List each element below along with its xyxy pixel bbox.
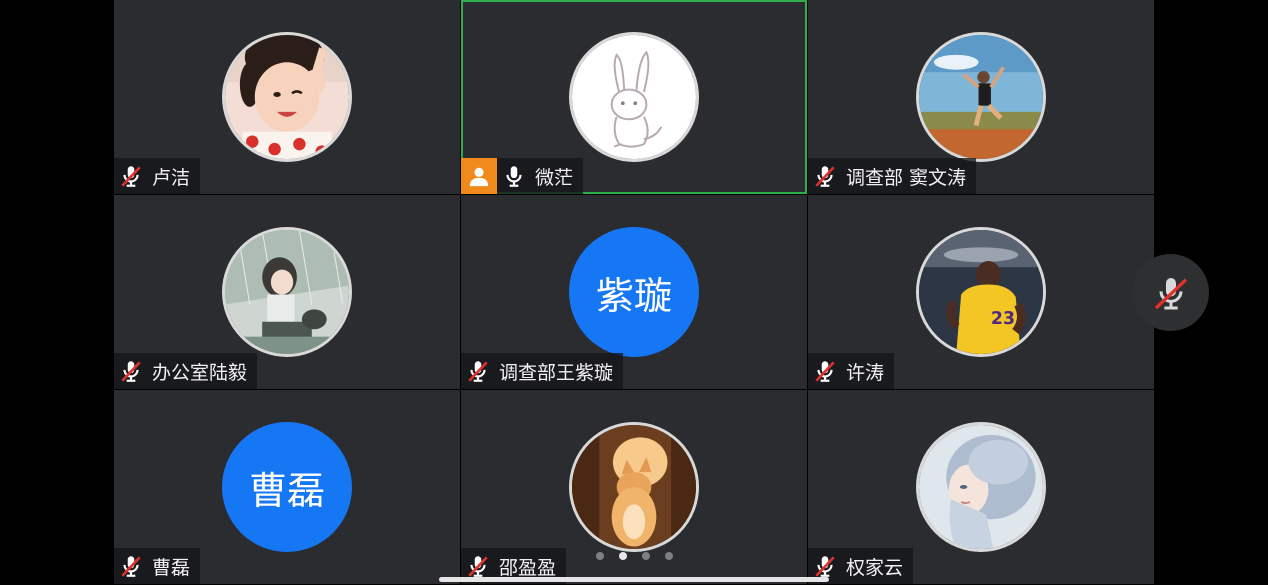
mic-muted-icon bbox=[121, 361, 141, 382]
participant-tile[interactable]: 办公室陆毅 bbox=[114, 195, 460, 389]
mic-muted-icon bbox=[468, 361, 488, 382]
participant-avatar bbox=[569, 422, 699, 552]
basketball-player-avatar: 23 bbox=[919, 230, 1043, 354]
mic-muted-icon bbox=[815, 361, 835, 382]
mic-muted-icon bbox=[121, 556, 141, 577]
participant-name-bar: 调查部 窦文涛 bbox=[808, 158, 977, 194]
participant-avatar bbox=[916, 32, 1046, 162]
mic-muted-icon bbox=[815, 166, 835, 187]
participant-name: 权家云 bbox=[846, 556, 904, 579]
participant-name: 卢洁 bbox=[152, 166, 191, 189]
page-dot-current[interactable] bbox=[618, 552, 627, 560]
home-indicator[interactable] bbox=[439, 577, 829, 582]
participant-name: 办公室陆毅 bbox=[152, 361, 248, 384]
participant-tile-active-speaker[interactable]: 微茫 bbox=[461, 0, 807, 194]
participant-tile[interactable]: 曹磊 曹磊 bbox=[114, 390, 460, 584]
participant-avatar bbox=[569, 32, 699, 162]
participant-name-bar: 办公室陆毅 bbox=[114, 353, 258, 389]
participant-name-bar: 微茫 bbox=[461, 158, 584, 194]
mic-muted-icon bbox=[121, 166, 141, 187]
page-dot[interactable] bbox=[641, 552, 650, 560]
participant-tile[interactable]: 23 许涛 bbox=[808, 195, 1154, 389]
cat-photo-avatar bbox=[572, 425, 696, 549]
participant-tile[interactable]: 卢洁 bbox=[114, 0, 460, 194]
meeting-screen: 卢洁 微茫 调查部 窦文涛 办公室陆毅 紫璇 调查部王紫璇 23 许涛 曹磊 曹… bbox=[0, 0, 1268, 585]
participant-name-bar: 许涛 bbox=[808, 353, 895, 389]
host-badge bbox=[461, 158, 497, 194]
anime-girl-avatar bbox=[225, 230, 349, 354]
girl-photo-avatar bbox=[225, 35, 349, 159]
participant-name-bar: 调查部王紫璇 bbox=[461, 353, 624, 389]
text-avatar: 曹磊 bbox=[222, 422, 352, 552]
page-indicator[interactable] bbox=[461, 552, 807, 560]
participant-name-bar: 卢洁 bbox=[114, 158, 201, 194]
participant-name: 调查部王紫璇 bbox=[499, 361, 614, 384]
mic-on-icon bbox=[506, 166, 522, 187]
participant-name: 曹磊 bbox=[152, 556, 191, 579]
participant-tile[interactable]: 邵盈盈 bbox=[461, 390, 807, 584]
mute-toggle-button[interactable] bbox=[1132, 254, 1209, 331]
participant-avatar bbox=[222, 227, 352, 357]
participant-tile[interactable]: 权家云 bbox=[808, 390, 1154, 584]
participant-name-bar: 曹磊 bbox=[114, 548, 201, 584]
participant-name: 调查部 窦文涛 bbox=[846, 166, 967, 189]
svg-text:23: 23 bbox=[991, 309, 1015, 329]
rabbit-sketch-avatar bbox=[572, 35, 696, 159]
participant-tile[interactable]: 调查部 窦文涛 bbox=[808, 0, 1154, 194]
participant-name: 许涛 bbox=[846, 361, 885, 384]
participant-name: 微茫 bbox=[535, 166, 574, 189]
participant-avatar: 23 bbox=[916, 227, 1046, 357]
mic-muted-icon bbox=[1154, 277, 1187, 309]
participant-avatar bbox=[916, 422, 1046, 552]
participant-avatar bbox=[222, 32, 352, 162]
person-icon bbox=[469, 167, 489, 187]
participant-grid: 卢洁 微茫 调查部 窦文涛 办公室陆毅 紫璇 调查部王紫璇 23 许涛 曹磊 曹… bbox=[114, 0, 1154, 585]
jump-photo-avatar bbox=[919, 35, 1043, 159]
text-avatar: 紫璇 bbox=[569, 227, 699, 357]
participant-tile[interactable]: 紫璇 调查部王紫璇 bbox=[461, 195, 807, 389]
mic-muted-icon bbox=[815, 556, 835, 577]
page-dot[interactable] bbox=[664, 552, 673, 560]
silver-hair-girl-avatar bbox=[919, 425, 1043, 549]
page-dot[interactable] bbox=[595, 552, 604, 560]
